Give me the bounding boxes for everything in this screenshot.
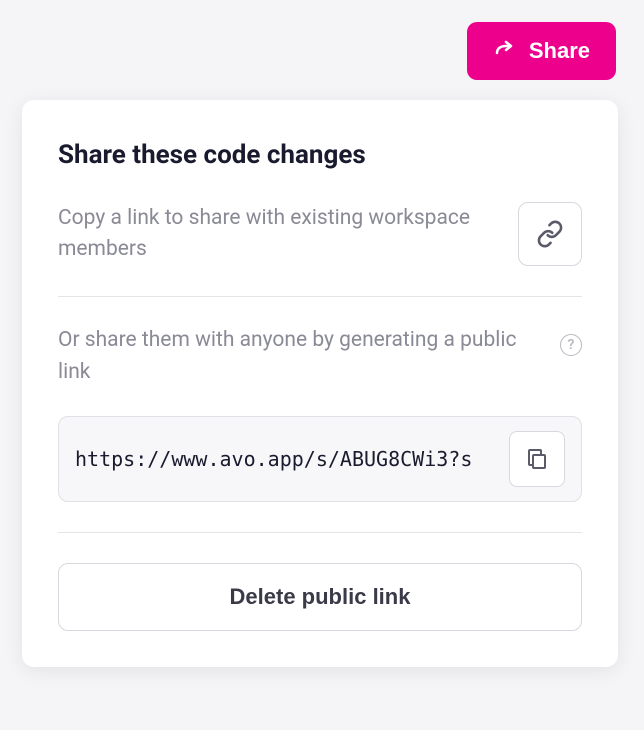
public-link-url[interactable]: https://www.avo.app/s/ABUG8CWi3?s [75, 447, 497, 471]
copy-icon [525, 447, 549, 471]
public-link-section: Or share them with anyone by generating … [58, 297, 582, 631]
copy-link-button[interactable] [518, 202, 582, 266]
delete-public-link-button[interactable]: Delete public link [58, 563, 582, 631]
link-icon [536, 220, 564, 248]
panel-title: Share these code changes [58, 140, 582, 170]
public-link-box: https://www.avo.app/s/ABUG8CWi3?s [58, 416, 582, 502]
share-panel: Share these code changes Copy a link to … [22, 100, 618, 667]
copy-link-row: Copy a link to share with existing works… [58, 202, 582, 297]
share-button[interactable]: Share [467, 22, 616, 80]
share-arrow-icon [493, 39, 517, 63]
public-link-description: Or share them with anyone by generating … [58, 325, 554, 388]
help-icon[interactable]: ? [560, 334, 582, 356]
share-button-label: Share [529, 38, 590, 64]
copy-public-link-button[interactable] [509, 431, 565, 487]
delete-button-label: Delete public link [230, 584, 411, 609]
copy-link-description: Copy a link to share with existing works… [58, 203, 498, 266]
divider [58, 532, 582, 533]
